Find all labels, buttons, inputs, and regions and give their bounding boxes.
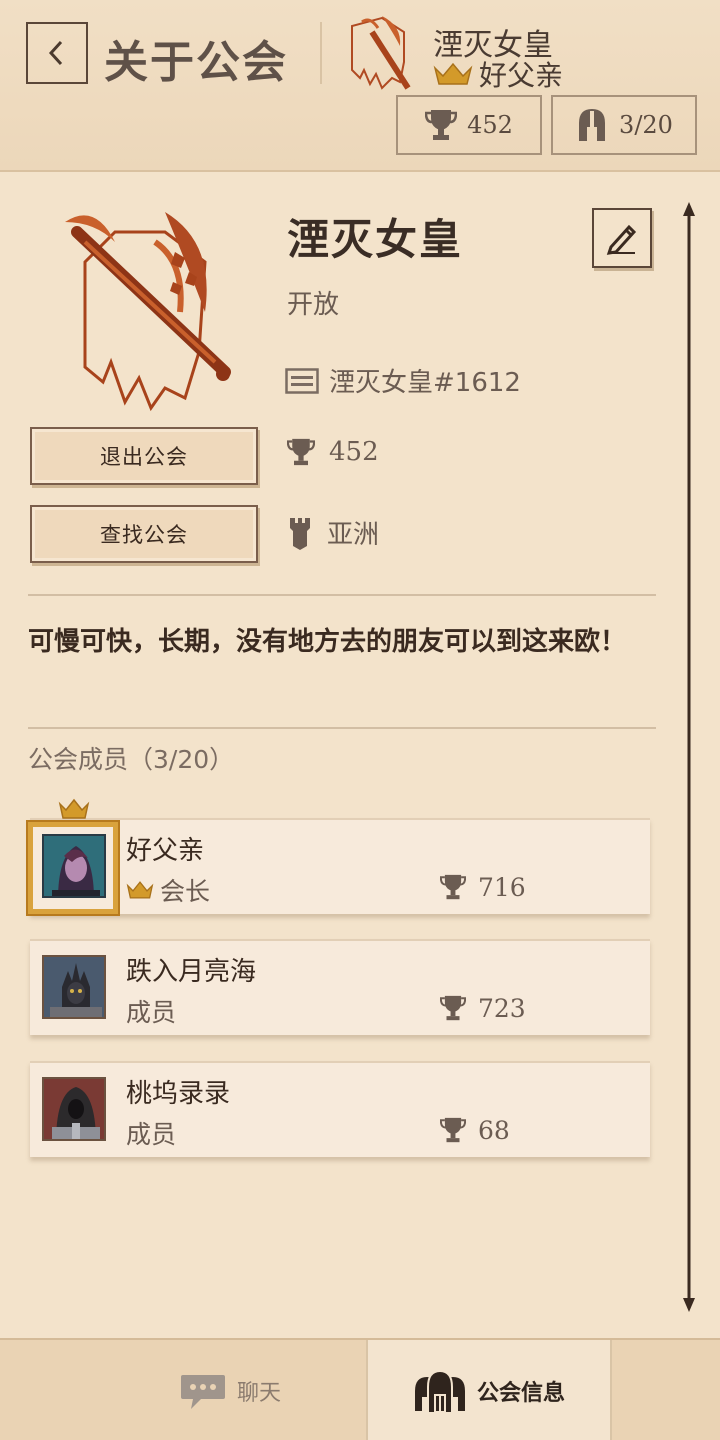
tab-chat[interactable]: 聊天 <box>150 1340 310 1440</box>
guild-region: 亚洲 <box>327 520 380 550</box>
member-row[interactable]: 桃坞录录 成员 68 <box>30 1061 650 1157</box>
header-members-box: 3/20 <box>551 95 697 155</box>
trophy-icon <box>287 438 315 466</box>
pencil-icon <box>606 224 637 255</box>
member-trophy: 68 <box>440 1115 510 1145</box>
trophy-icon <box>425 110 458 140</box>
member-role-row: 会长 <box>126 872 210 908</box>
member-trophy-value: 716 <box>478 872 526 902</box>
members-section-title: 公会成员（3/20） <box>28 745 235 774</box>
find-guild-button[interactable]: 查找公会 <box>30 505 258 563</box>
guild-id-row: 湮灭女皇#1612 <box>285 362 521 399</box>
section-divider <box>28 594 656 596</box>
guild-status: 开放 <box>287 290 340 320</box>
member-trophy-value: 723 <box>478 993 526 1023</box>
member-trophy: 723 <box>440 993 526 1023</box>
scrollbar[interactable] <box>682 202 696 1312</box>
avatar <box>42 955 106 1019</box>
guild-description: 可慢可快，长期，没有地方去的朋友可以到这来欧！ <box>28 627 627 657</box>
id-card-icon <box>285 367 319 394</box>
guild-region-row: 亚洲 <box>287 514 379 551</box>
header-trophy-value: 452 <box>467 111 513 139</box>
helmet-icon <box>579 109 606 141</box>
member-role: 会长 <box>160 877 211 906</box>
chat-bubble-icon <box>180 1375 225 1409</box>
guild-emblem-icon <box>351 16 411 90</box>
header-trophy-box: 452 <box>396 95 542 155</box>
member-name: 桃坞录录 <box>126 1079 231 1109</box>
member-name: 好父亲 <box>126 836 205 866</box>
section-divider <box>28 727 656 729</box>
leave-guild-button[interactable]: 退出公会 <box>30 427 258 485</box>
crown-icon <box>58 798 90 819</box>
tab-guild-info-label: 公会信息 <box>476 1381 565 1406</box>
top-header: 关于公会 湮灭女皇 好父亲 452 3/20 <box>0 0 720 172</box>
hooded-woman-avatar-icon <box>44 836 104 896</box>
header-divider <box>320 22 322 84</box>
avatar <box>42 834 106 898</box>
member-row[interactable]: 跌入月亮海 成员 723 <box>30 939 650 1035</box>
member-role-row: 成员 <box>126 1115 176 1151</box>
member-role: 成员 <box>126 1120 177 1149</box>
bottom-nav: 聊天 公会信息 <box>0 1338 720 1440</box>
header-leader-row: 好父亲 <box>433 54 563 94</box>
member-trophy: 716 <box>440 872 526 902</box>
spiked-helmet-avatar-icon <box>44 957 104 1017</box>
tower-icon <box>290 517 310 550</box>
tab-chat-label: 聊天 <box>236 1381 281 1406</box>
guild-info-panel: 湮灭女皇 开放 湮灭女皇#1612 退出公会 查找公会 452 亚洲 可慢可快，… <box>0 172 720 1338</box>
edit-button[interactable] <box>592 208 652 268</box>
header-leader-name: 好父亲 <box>479 59 564 92</box>
back-button[interactable] <box>26 22 88 84</box>
guild-emblem-icon <box>65 212 231 412</box>
tab-guild-info[interactable]: 公会信息 <box>366 1340 612 1440</box>
guild-trophy-row: 452 <box>287 436 379 468</box>
trophy-icon <box>440 874 466 900</box>
guild-name: 湮灭女皇 <box>287 215 464 264</box>
trophy-icon <box>440 1117 466 1143</box>
page-title: 关于公会 <box>104 37 288 88</box>
header-members-value: 3/20 <box>619 111 673 139</box>
hooded-knight-avatar-icon <box>44 1079 104 1139</box>
guild-trophy-value: 452 <box>329 437 379 467</box>
avatar <box>42 1077 106 1141</box>
trophy-icon <box>440 995 466 1021</box>
crown-icon <box>126 881 154 899</box>
crown-icon <box>433 62 473 85</box>
member-name: 跌入月亮海 <box>126 957 257 987</box>
member-role: 成员 <box>126 998 177 1027</box>
member-row[interactable]: 好父亲 会长 716 <box>26 798 650 916</box>
guild-id: 湮灭女皇#1612 <box>329 368 521 398</box>
member-role-row: 成员 <box>126 993 176 1029</box>
guild-helmets-icon <box>414 1369 465 1413</box>
chevron-left-icon <box>48 40 63 66</box>
member-trophy-value: 68 <box>478 1115 510 1145</box>
